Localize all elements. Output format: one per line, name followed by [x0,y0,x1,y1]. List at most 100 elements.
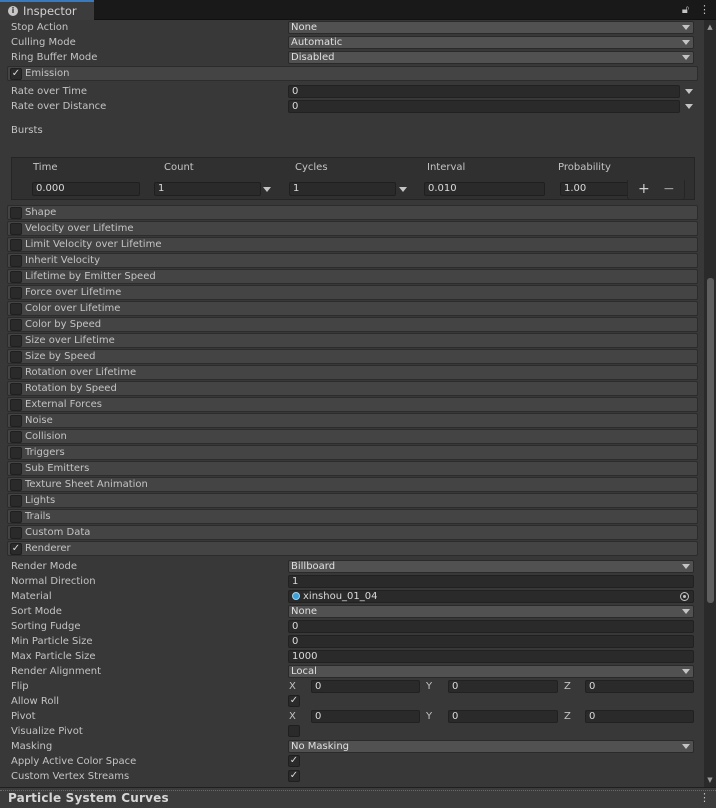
material-object-field[interactable]: xinshou_01_04 [288,590,694,603]
checkbox-triggers[interactable] [10,447,22,459]
sort-mode-dropdown[interactable]: None [288,605,694,618]
checkbox-color-over-lifetime[interactable] [10,303,22,315]
checkbox-noise[interactable] [10,415,22,427]
module-shape[interactable]: Shape [7,205,698,220]
flip-y-label: Y [426,681,433,692]
module-color-by-speed[interactable]: Color by Speed [7,317,698,332]
checkbox-size-by-speed[interactable] [10,351,22,363]
curve-mode-dropdown-icon[interactable] [685,89,693,94]
apply-active-color-space-label: Apply Active Color Space [11,756,137,767]
chevron-down-icon [682,564,690,569]
module-sub-emitters[interactable]: Sub Emitters [7,461,698,476]
normal-direction-label: Normal Direction [11,576,96,587]
allow-roll-checkbox[interactable]: ✓ [288,695,300,707]
culling-mode-dropdown[interactable]: Automatic [288,36,694,49]
checkbox-texture-sheet-animation[interactable] [10,479,22,491]
checkbox-velocity-over-lifetime[interactable] [10,223,22,235]
module-force-over-lifetime-label: Force over Lifetime [25,287,122,298]
checkbox-size-over-lifetime[interactable] [10,335,22,347]
module-triggers[interactable]: Triggers [7,445,698,460]
kebab-menu-icon[interactable]: ⋮ [699,3,710,17]
rate-over-time-input[interactable]: 0 [288,85,680,98]
flip-x-input[interactable]: 0 [311,680,420,693]
checkbox-external-forces[interactable] [10,399,22,411]
add-burst-button[interactable]: + [638,181,650,197]
checkbox-shape[interactable] [10,207,22,219]
render-alignment-dropdown[interactable]: Local [288,665,694,678]
custom-vertex-streams-checkbox[interactable]: ✓ [288,770,300,782]
module-inherit-velocity[interactable]: Inherit Velocity [7,253,698,268]
pivot-z-input[interactable]: 0 [585,710,694,723]
scroll-up-icon[interactable]: ▲ [706,23,714,31]
particle-system-curves-panel[interactable]: Particle System Curves ⋮ [0,787,716,808]
module-size-by-speed[interactable]: Size by Speed [7,349,698,364]
module-emission[interactable]: ✓ Emission [7,66,698,81]
bursts-add-remove: + − [627,180,685,200]
checkbox-emission[interactable]: ✓ [10,68,22,80]
burst-cycles-dropdown-icon[interactable] [399,187,407,192]
ring-buffer-mode-dropdown[interactable]: Disabled [288,51,694,64]
module-limit-velocity-over-lifetime[interactable]: Limit Velocity over Lifetime [7,237,698,252]
pivot-label: Pivot [11,711,36,722]
burst-interval-input[interactable]: 0.010 [424,182,545,196]
module-lifetime-by-emitter-speed[interactable]: Lifetime by Emitter Speed [7,269,698,284]
pivot-x-input[interactable]: 0 [311,710,420,723]
bursts-header-probability: Probability [558,162,611,173]
object-picker-icon[interactable] [680,592,689,601]
module-renderer[interactable]: ✓ Renderer [7,541,698,556]
max-particle-size-input[interactable]: 1000 [288,650,694,663]
module-lights[interactable]: Lights [7,493,698,508]
checkbox-sub-emitters[interactable] [10,463,22,475]
flip-y-input[interactable]: 0 [448,680,558,693]
module-noise[interactable]: Noise [7,413,698,428]
module-external-forces[interactable]: External Forces [7,397,698,412]
module-color-over-lifetime[interactable]: Color over Lifetime [7,301,698,316]
vertical-scrollbar[interactable]: ▲ ▼ [704,20,716,787]
checkbox-lights[interactable] [10,495,22,507]
checkbox-rotation-by-speed[interactable] [10,383,22,395]
scrollbar-thumb[interactable] [707,278,714,603]
module-velocity-over-lifetime[interactable]: Velocity over Lifetime [7,221,698,236]
checkbox-custom-data[interactable] [10,527,22,539]
lock-icon[interactable]: 🔓︎ [682,3,689,17]
module-size-over-lifetime[interactable]: Size over Lifetime [7,333,698,348]
checkbox-limit-velocity-over-lifetime[interactable] [10,239,22,251]
module-texture-sheet-animation[interactable]: Texture Sheet Animation [7,477,698,492]
remove-burst-button[interactable]: − [663,181,675,197]
masking-label: Masking [11,741,53,752]
masking-dropdown[interactable]: No Masking [288,740,694,753]
module-custom-data[interactable]: Custom Data [7,525,698,540]
pivot-y-input[interactable]: 0 [448,710,558,723]
sorting-fudge-input[interactable]: 0 [288,620,694,633]
checkbox-color-by-speed[interactable] [10,319,22,331]
apply-active-color-space-checkbox[interactable]: ✓ [288,755,300,767]
module-force-over-lifetime[interactable]: Force over Lifetime [7,285,698,300]
checkbox-trails[interactable] [10,511,22,523]
checkbox-force-over-lifetime[interactable] [10,287,22,299]
normal-direction-input[interactable]: 1 [288,575,694,588]
module-rotation-by-speed[interactable]: Rotation by Speed [7,381,698,396]
module-trails[interactable]: Trails [7,509,698,524]
scroll-down-icon[interactable]: ▼ [706,776,714,784]
checkbox-inherit-velocity[interactable] [10,255,22,267]
chevron-down-icon [682,669,690,674]
flip-z-input[interactable]: 0 [585,680,694,693]
burst-time-input[interactable]: 0.000 [32,182,140,196]
render-mode-dropdown[interactable]: Billboard [288,560,694,573]
module-rotation-over-lifetime[interactable]: Rotation over Lifetime [7,365,698,380]
checkbox-lifetime-by-emitter-speed[interactable] [10,271,22,283]
checkbox-renderer[interactable]: ✓ [10,543,22,555]
stop-action-dropdown[interactable]: None [288,21,694,34]
module-collision[interactable]: Collision [7,429,698,444]
checkbox-rotation-over-lifetime[interactable] [10,367,22,379]
burst-count-dropdown-icon[interactable] [263,187,271,192]
curve-mode-dropdown-icon[interactable] [685,104,693,109]
visualize-pivot-checkbox[interactable] [288,725,300,737]
checkbox-collision[interactable] [10,431,22,443]
min-particle-size-input[interactable]: 0 [288,635,694,648]
kebab-menu-icon[interactable]: ⋮ [699,791,710,804]
burst-count-input[interactable]: 1 [154,182,261,196]
rate-over-distance-input[interactable]: 0 [288,100,680,113]
burst-cycles-input[interactable]: 1 [289,182,396,196]
tab-inspector[interactable]: i Inspector [0,0,94,20]
